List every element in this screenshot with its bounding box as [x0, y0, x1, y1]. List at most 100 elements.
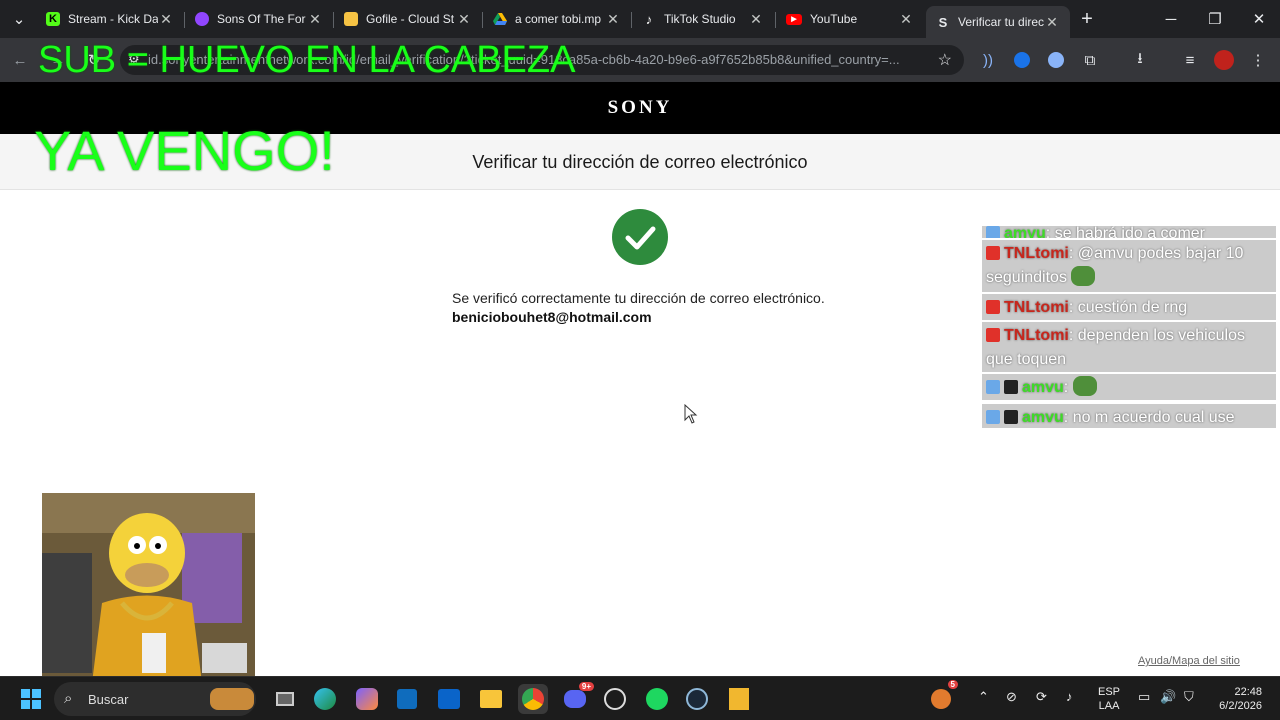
minimize-icon[interactable]: ─ — [1148, 0, 1194, 38]
browser-tab-strip: ⌄ K Stream - Kick Da ✕ Sons Of The For ✕… — [0, 0, 1280, 38]
profile-avatar[interactable] — [1212, 48, 1236, 72]
sword-badge-icon — [986, 410, 1000, 424]
badge-icon — [986, 246, 1000, 260]
tab-search-chevron-icon[interactable]: ⌄ — [7, 7, 31, 31]
stream-overlay-sub-text: SUB = HUEVO EN LA CABEZA — [38, 39, 576, 81]
edge-icon[interactable] — [310, 684, 340, 714]
kick-icon: K — [46, 12, 60, 26]
tab-google-drive[interactable]: a comer tobi.mp ✕ — [483, 4, 631, 34]
chat-message: amvu: se habrá ido a comer — [982, 226, 1276, 238]
download-icon[interactable]: ⭳ — [1128, 48, 1152, 72]
tiktok-icon: ♪ — [645, 11, 653, 27]
close-icon[interactable]: ✕ — [898, 11, 914, 28]
verified-email: beniciobouhet8@hotmail.com — [452, 309, 652, 325]
tab-verificar-active[interactable]: S Verificar tu direc ✕ — [926, 6, 1070, 38]
obs-icon[interactable] — [600, 684, 630, 714]
sony-s-icon: S — [938, 14, 948, 30]
chat-message: TNLtomi: @amvu podes bajar 10 seguindito… — [982, 240, 1276, 292]
close-icon[interactable]: ✕ — [605, 11, 621, 28]
tab-title: Verificar tu direc — [958, 15, 1044, 29]
tab-title: Sons Of The For — [217, 12, 306, 26]
extension-audio-icon[interactable]: )) — [976, 48, 1000, 72]
bookmark-star-icon[interactable]: ☆ — [938, 50, 952, 70]
spotify-icon[interactable] — [642, 684, 672, 714]
close-icon[interactable]: ✕ — [748, 11, 764, 28]
window-close-icon[interactable]: ✕ — [1236, 0, 1280, 38]
lens-extension-icon[interactable] — [1044, 48, 1068, 72]
youtube-icon: ▶ — [786, 13, 802, 25]
chat-message: TNLtomi: cuestión de rng — [982, 294, 1276, 320]
taskbar-search[interactable]: ⌕ Buscar — [54, 682, 256, 716]
pepe-emote-icon — [1072, 376, 1097, 396]
extensions-puzzle-icon[interactable]: ⧉ — [1078, 48, 1102, 72]
microsoft-store-icon[interactable] — [392, 684, 422, 714]
chevron-up-icon[interactable]: ⌃ — [978, 689, 989, 705]
google-drive-icon — [493, 12, 507, 26]
tab-title: Gofile - Cloud St — [366, 12, 455, 26]
chat-message: amvu: no m acuerdo cual use — [982, 404, 1276, 428]
verification-success-message: Se verificó correctamente tu dirección d… — [452, 290, 825, 306]
search-icon: ⌕ — [64, 690, 73, 707]
tab-youtube[interactable]: ▶ YouTube ✕ — [776, 4, 924, 34]
help-sitemap-link[interactable]: Ayuda/Mapa del sitio — [1138, 655, 1240, 667]
outlook-icon[interactable] — [434, 684, 464, 714]
chrome-icon[interactable] — [518, 684, 548, 714]
menu-dots-icon[interactable]: ⋮ — [1246, 48, 1270, 72]
app-k-icon[interactable] — [724, 684, 754, 714]
chat-message: TNLtomi: dependen los vehiculos que toqu… — [982, 322, 1276, 372]
steam-icon[interactable] — [682, 684, 712, 714]
discord-badge: 9+ — [578, 682, 594, 691]
close-icon[interactable]: ✕ — [307, 11, 323, 28]
gofile-icon — [344, 12, 358, 26]
sony-logo[interactable]: SONY — [608, 97, 673, 119]
file-explorer-icon[interactable] — [476, 684, 506, 714]
tab-title: YouTube — [810, 12, 858, 26]
sync-icon[interactable]: ⟳ — [1036, 689, 1047, 705]
discord-icon[interactable]: 9+ — [560, 682, 594, 714]
sword-badge-icon — [986, 226, 1000, 238]
chat-message: amvu: — [982, 374, 1276, 400]
task-view-icon[interactable] — [270, 684, 300, 714]
tab-gofile[interactable]: Gofile - Cloud St ✕ — [334, 4, 482, 34]
mouse-cursor-icon — [684, 403, 698, 429]
language-indicator[interactable]: ESP LAA — [1098, 685, 1120, 713]
new-tab-plus-icon[interactable]: + — [1075, 7, 1099, 31]
sword-badge-icon — [986, 380, 1000, 394]
time-text: 22:48 — [1234, 686, 1262, 698]
search-highlight-icon — [210, 688, 254, 710]
search-placeholder: Buscar — [88, 692, 129, 707]
stream-overlay-brb-text: YA VENGO! — [34, 119, 335, 182]
close-icon[interactable]: ✕ — [158, 11, 174, 28]
mouse-badge-icon — [1004, 410, 1018, 424]
back-arrow-icon[interactable]: ← — [8, 48, 32, 72]
network-off-icon[interactable]: ⊘ — [1006, 689, 1017, 705]
mouse-badge-icon — [1004, 380, 1018, 394]
windows-start-icon[interactable] — [16, 684, 46, 714]
microphone-icon[interactable]: ♪ — [1066, 689, 1073, 704]
date-text: 6/2/2026 — [1219, 700, 1262, 712]
tab-title: TikTok Studio — [664, 12, 736, 26]
close-icon[interactable]: ✕ — [456, 11, 472, 28]
success-check-icon — [612, 209, 668, 265]
purple-app-icon — [195, 12, 209, 26]
notification-badge: 5 — [947, 680, 958, 689]
close-icon[interactable]: ✕ — [1044, 14, 1060, 31]
badge-icon — [986, 328, 1000, 342]
homer-overlay-image — [42, 493, 255, 683]
restore-icon[interactable]: ❐ — [1192, 0, 1238, 38]
windows-taskbar: ⌕ Buscar 9+ 5 ⌃ ⊘ ⟳ ♪ ESP LAA ▭ 🔊 ⛉ 22:4… — [0, 676, 1280, 720]
display-icon[interactable]: ▭ — [1138, 689, 1150, 705]
clock[interactable]: 22:48 6/2/2026 — [1212, 685, 1262, 713]
shazam-icon[interactable] — [1010, 48, 1034, 72]
media-queue-icon[interactable]: ≡ — [1178, 48, 1202, 72]
tab-tiktok-studio[interactable]: ♪ TikTok Studio ✕ — [632, 4, 774, 34]
copilot-icon[interactable] — [352, 684, 382, 714]
notification-app-icon[interactable]: 5 — [926, 680, 958, 714]
volume-icon[interactable]: 🔊 — [1160, 689, 1176, 705]
tab-sons-of-the-forest[interactable]: Sons Of The For ✕ — [185, 4, 333, 34]
pepe-emote-icon — [1071, 266, 1096, 286]
tab-title: a comer tobi.mp — [515, 12, 602, 26]
battery-shield-icon[interactable]: ⛉ — [1184, 689, 1194, 705]
tab-title: Stream - Kick Da — [68, 12, 158, 26]
tab-kick[interactable]: K Stream - Kick Da ✕ — [36, 4, 184, 34]
